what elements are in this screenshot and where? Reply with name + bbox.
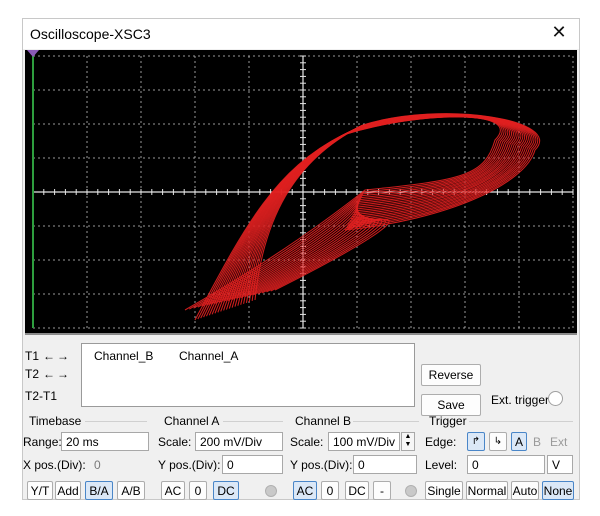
timebase-title: Timebase xyxy=(29,414,82,428)
spin-down-icon[interactable]: ▼ xyxy=(402,441,414,449)
timebase-range-input[interactable] xyxy=(61,432,149,451)
channel-a-ac-button[interactable]: AC xyxy=(161,481,185,500)
title-bar[interactable]: Oscilloscope-XSC3 ✕ xyxy=(23,19,579,49)
channel-b-zero-button[interactable]: 0 xyxy=(321,481,339,500)
measurement-readout: Channel_B Channel_A xyxy=(81,343,415,407)
channel-b-dc-button[interactable]: DC xyxy=(345,481,369,500)
trigger-source-b-button[interactable]: B xyxy=(533,435,541,449)
scope-display xyxy=(27,50,574,329)
channel-a-divider xyxy=(223,421,283,422)
reverse-button[interactable]: Reverse xyxy=(421,364,481,386)
t2-left-arrow-icon[interactable]: ← xyxy=(43,368,55,380)
timebase-xpos-label: X pos.(Div): xyxy=(23,458,86,472)
ext-trigger-label: Ext. trigger xyxy=(491,393,550,407)
channel-b-ac-button[interactable]: AC xyxy=(293,481,317,500)
t1-left-arrow-icon[interactable]: ← xyxy=(43,350,55,362)
readout-channel-b-header: Channel_B xyxy=(94,349,154,363)
channel-b-minus-button[interactable]: - xyxy=(373,481,391,500)
trigger-title: Trigger xyxy=(429,414,467,428)
trigger-none-button[interactable]: None xyxy=(542,481,574,500)
cursor-controls: T1 ← → T2 ← → T2-T1 xyxy=(23,345,81,409)
channel-b-title: Channel B xyxy=(295,414,352,428)
save-button[interactable]: Save xyxy=(421,394,481,416)
channel-b-scale-input[interactable] xyxy=(328,432,400,451)
mode-ba-button[interactable]: B/A xyxy=(85,481,113,500)
cursor-marker-icon xyxy=(27,50,39,57)
cursor-t1-label: T1 xyxy=(25,349,40,363)
spin-up-icon[interactable]: ▲ xyxy=(402,433,414,441)
channel-b-ypos-label: Y pos.(Div): xyxy=(290,458,353,472)
channel-b-ypos-input[interactable] xyxy=(353,455,417,474)
rising-edge-icon[interactable]: ↱ xyxy=(467,432,485,451)
trigger-normal-button[interactable]: Normal xyxy=(466,481,508,500)
timebase-xpos-input[interactable] xyxy=(89,455,149,474)
falling-edge-icon[interactable]: ↳ xyxy=(489,432,507,451)
t2-right-arrow-icon[interactable]: → xyxy=(57,368,69,380)
channel-b-divider xyxy=(353,421,419,422)
readout-channel-a-header: Channel_A xyxy=(179,349,239,363)
channel-a-ypos-input[interactable] xyxy=(222,455,283,474)
channel-a-zero-button[interactable]: 0 xyxy=(189,481,207,500)
trigger-divider xyxy=(469,421,573,422)
channel-a-title: Channel A xyxy=(164,414,220,428)
window-title: Oscilloscope-XSC3 xyxy=(30,26,151,42)
signal-trace xyxy=(184,113,541,321)
channel-a-dc-button[interactable]: DC xyxy=(213,481,239,500)
channel-a-color-dot xyxy=(265,485,277,497)
control-panel: T1 ← → T2 ← → T2-T1 Channel_B Channel_A … xyxy=(23,337,579,501)
oscilloscope-screen xyxy=(25,50,577,335)
cursor-t1-row: T1 ← → xyxy=(25,349,69,363)
channel-b-scale-label: Scale: xyxy=(290,435,324,449)
cursor-t2t1-row: T2-T1 xyxy=(25,389,57,403)
channel-b-color-dot xyxy=(405,485,417,497)
trigger-source-ext-button[interactable]: Ext xyxy=(550,435,567,449)
trigger-level-input[interactable] xyxy=(467,455,545,474)
timebase-divider xyxy=(85,421,147,422)
channel-a-ypos-label: Y pos.(Div): xyxy=(158,458,221,472)
t1-right-arrow-icon[interactable]: → xyxy=(57,350,69,362)
trigger-level-unit[interactable] xyxy=(547,455,573,474)
oscilloscope-window: Oscilloscope-XSC3 ✕ T1 ← → T2 ← → T2 - T1 … xyxy=(22,18,580,500)
cursor-t2-row: T2 ← → xyxy=(25,367,69,381)
timebase-range-label: Range: xyxy=(23,435,62,449)
ext-trigger-radio[interactable] xyxy=(548,391,563,406)
cursor-t2t1-label: T2-T1 xyxy=(25,389,58,403)
trigger-auto-button[interactable]: Auto xyxy=(511,481,539,500)
mode-ab-button[interactable]: A/B xyxy=(117,481,145,500)
mode-add-button[interactable]: Add xyxy=(55,481,81,500)
channel-a-scale-label: Scale: xyxy=(158,435,192,449)
trigger-source-a-button[interactable]: A xyxy=(511,432,527,451)
trigger-level-label: Level: xyxy=(425,458,458,472)
trigger-single-button[interactable]: Single xyxy=(425,481,463,500)
close-icon[interactable]: ✕ xyxy=(549,22,569,43)
cursor-t2-label: T2 xyxy=(25,367,40,381)
channel-b-scale-spinner: ▲ ▼ xyxy=(401,432,415,451)
trigger-edge-label: Edge: xyxy=(425,435,457,449)
channel-a-scale-input[interactable] xyxy=(195,432,283,451)
mode-yt-button[interactable]: Y/T xyxy=(27,481,53,500)
